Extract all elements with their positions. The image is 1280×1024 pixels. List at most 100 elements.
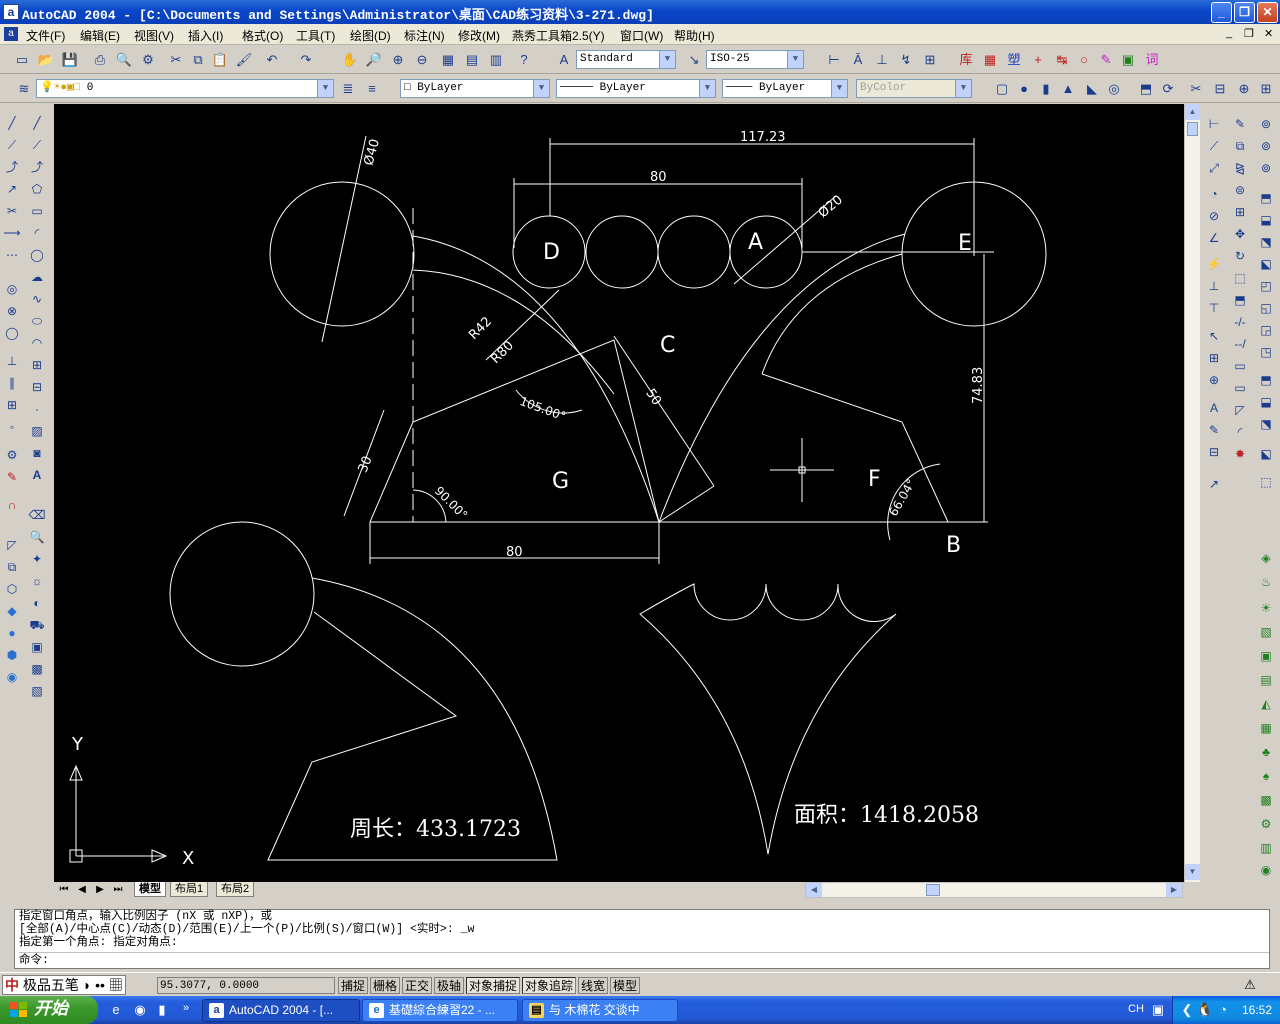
box-icon[interactable]: ▢ bbox=[992, 79, 1012, 99]
properties-icon[interactable]: ▦ bbox=[438, 50, 458, 70]
document-icon[interactable]: a bbox=[4, 27, 18, 41]
draw-line-icon[interactable]: ╱ bbox=[28, 113, 46, 133]
make-block-icon[interactable]: ⊟ bbox=[28, 377, 46, 397]
solid-edit-7-icon[interactable]: ◲ bbox=[1256, 319, 1276, 341]
menu-help[interactable]: 帮助(H) bbox=[674, 27, 715, 44]
mapping-icon[interactable]: ▤ bbox=[1256, 669, 1276, 691]
move-icon[interactable]: ✥ bbox=[1230, 223, 1250, 245]
task-autocad[interactable]: a AutoCAD 2004 - [... bbox=[202, 999, 360, 1022]
toggle-lineweight[interactable]: 线宽 bbox=[578, 977, 609, 994]
scroll-left-icon[interactable]: ◀ bbox=[806, 883, 822, 897]
statistics-icon[interactable]: ▥ bbox=[1256, 837, 1276, 859]
sphere-blue-icon[interactable]: ● bbox=[3, 623, 21, 643]
center-mark-icon[interactable]: + bbox=[1028, 50, 1048, 70]
dim-aligned-icon[interactable]: ⟋ bbox=[1204, 135, 1224, 157]
menu-window[interactable]: 窗口(W) bbox=[620, 27, 663, 44]
menu-modify[interactable]: 修改(M) bbox=[458, 27, 500, 44]
dim-style-select[interactable]: ISO-25 ▼ bbox=[706, 50, 804, 69]
scroll-up-icon[interactable]: ▲ bbox=[1185, 104, 1200, 120]
tool-5-icon[interactable]: ↹ bbox=[1052, 50, 1072, 70]
input-method-icon[interactable]: ▣ bbox=[1148, 1000, 1168, 1020]
menu-dimension[interactable]: 标注(N) bbox=[404, 27, 445, 44]
scroll-thumb[interactable] bbox=[1187, 122, 1198, 136]
solid-edit-8-icon[interactable]: ◳ bbox=[1256, 341, 1276, 363]
material-right-icon[interactable]: ▣ bbox=[1256, 645, 1276, 667]
render-extra-icon[interactable]: ◉ bbox=[1256, 859, 1276, 881]
insert-block-icon[interactable]: ⊞ bbox=[28, 355, 46, 375]
zoom-window-icon[interactable]: ⊕ bbox=[388, 50, 408, 70]
doc-close-button[interactable]: ✕ bbox=[1264, 27, 1273, 40]
linear-dim-icon[interactable]: ⊢ bbox=[824, 50, 844, 70]
coordinate-display[interactable]: 95.3077, 0.0000 bbox=[157, 977, 335, 994]
redo-icon[interactable]: ↷ bbox=[296, 50, 316, 70]
light-right-icon[interactable]: ☀ bbox=[1256, 597, 1276, 619]
match-properties-icon[interactable]: 🖌 bbox=[234, 50, 254, 70]
hatch-icon[interactable]: ▨ bbox=[28, 421, 46, 441]
menu-file[interactable]: 文件(F) bbox=[26, 27, 65, 44]
command-window[interactable]: 指定窗口角点，输入比例因子 (nX 或 nXP)，或 [全部(A)/中心点(C)… bbox=[14, 909, 1270, 969]
menu-format[interactable]: 格式(O) bbox=[242, 27, 283, 44]
tab-layout1[interactable]: 布局1 bbox=[170, 882, 209, 897]
polygon-icon[interactable]: ⬠ bbox=[28, 179, 46, 199]
print-icon[interactable]: ⎙ bbox=[90, 50, 110, 70]
cylinder-icon[interactable]: ▮ bbox=[1036, 79, 1056, 99]
solid-edit-11-icon[interactable]: ⬔ bbox=[1256, 413, 1276, 435]
fog-icon[interactable]: ▦ bbox=[1256, 717, 1276, 739]
doc-minimize-button[interactable]: _ bbox=[1226, 27, 1232, 39]
osnap-insert-icon[interactable]: ⊞ bbox=[3, 395, 21, 415]
tab-next-icon[interactable]: ▶ bbox=[92, 880, 108, 900]
library-icon[interactable]: 库 bbox=[956, 50, 976, 70]
region-icon[interactable]: ◙ bbox=[28, 443, 46, 463]
scroll-right-icon[interactable]: ▶ bbox=[1166, 883, 1182, 897]
leader-icon[interactable]: ↖ bbox=[1204, 325, 1224, 347]
quicklaunch-more-icon[interactable]: » bbox=[176, 998, 196, 1018]
section-icon[interactable]: ⊟ bbox=[1210, 79, 1230, 99]
osnap-perp-icon[interactable]: ⊥ bbox=[3, 351, 21, 371]
landscape-icon[interactable]: ▩ bbox=[28, 659, 46, 679]
render-right-icon[interactable]: ◈ bbox=[1256, 547, 1276, 569]
start-button[interactable]: 开始 bbox=[0, 996, 98, 1024]
print-preview-icon[interactable]: 🔍 bbox=[114, 50, 134, 70]
dim-radius-icon[interactable]: ◔ bbox=[1204, 183, 1224, 205]
dim-edit-right-icon[interactable]: A bbox=[1204, 397, 1224, 419]
trim-icon[interactable]: ✂ bbox=[3, 201, 21, 221]
layer-manager-icon[interactable]: ≋ bbox=[14, 79, 34, 99]
fillet-icon[interactable]: ◜ bbox=[1230, 421, 1250, 443]
ucs-3d-icon[interactable]: ⧉ bbox=[3, 557, 21, 577]
undo-icon[interactable]: ↶ bbox=[262, 50, 282, 70]
toggle-snap[interactable]: 捕捉 bbox=[338, 977, 369, 994]
dim-update-icon[interactable]: ⊞ bbox=[920, 50, 940, 70]
dim-angular-icon[interactable]: ∠ bbox=[1204, 227, 1224, 249]
open-file-icon[interactable]: 📂 bbox=[36, 50, 56, 70]
ie-quicklaunch-icon[interactable]: e bbox=[106, 1000, 126, 1020]
solid-edit-10-icon[interactable]: ⬓ bbox=[1256, 391, 1276, 413]
solid-edit-3-icon[interactable]: ⬔ bbox=[1256, 231, 1276, 253]
solid-edit-1-icon[interactable]: ⬒ bbox=[1256, 187, 1276, 209]
mtext-icon[interactable]: A bbox=[28, 465, 46, 485]
truck-icon[interactable]: ⛟ bbox=[28, 615, 46, 635]
tool-palettes-icon[interactable]: ▥ bbox=[486, 50, 506, 70]
osnap-node-icon[interactable]: ⊗ bbox=[3, 301, 21, 321]
plastic-tool-icon[interactable]: 塑 bbox=[1004, 50, 1024, 70]
quick-dim-icon[interactable]: ⚡ bbox=[1204, 253, 1224, 275]
toggle-model[interactable]: 模型 bbox=[610, 977, 641, 994]
minimize-button[interactable]: _ bbox=[1211, 2, 1232, 23]
dim-tool-icon[interactable]: ⊥ bbox=[872, 50, 892, 70]
solid-edit-13-icon[interactable]: ⬚ bbox=[1256, 471, 1276, 493]
extend-right-icon[interactable]: --/ bbox=[1230, 333, 1250, 355]
vertical-scrollbar[interactable]: ▲ ▼ bbox=[1184, 104, 1200, 882]
design-center-icon[interactable]: ▤ bbox=[462, 50, 482, 70]
wedge-icon[interactable]: ◣ bbox=[1082, 79, 1102, 99]
ellipse-arc-icon[interactable]: ◠ bbox=[28, 333, 46, 353]
save-icon[interactable]: 💾 bbox=[60, 50, 80, 70]
layer-select[interactable]: 💡☀●▣□ 0 ▼ bbox=[36, 79, 334, 98]
scale-icon[interactable]: ⬚ bbox=[1230, 267, 1250, 289]
linetype-select[interactable]: ───── ByLayer ▼ bbox=[556, 79, 716, 98]
landscape-new-icon[interactable]: ♣ bbox=[1256, 741, 1276, 763]
communication-center-icon[interactable]: ⚠ bbox=[1240, 975, 1260, 995]
horizontal-scrollbar[interactable]: ◀ ▶ bbox=[805, 882, 1183, 898]
dim-textedit-icon[interactable]: ✎ bbox=[1204, 419, 1224, 441]
point-icon[interactable]: · bbox=[28, 399, 46, 419]
xline-icon[interactable]: ⟋ bbox=[3, 135, 21, 155]
union-icon[interactable]: ⊚ bbox=[1256, 113, 1276, 135]
